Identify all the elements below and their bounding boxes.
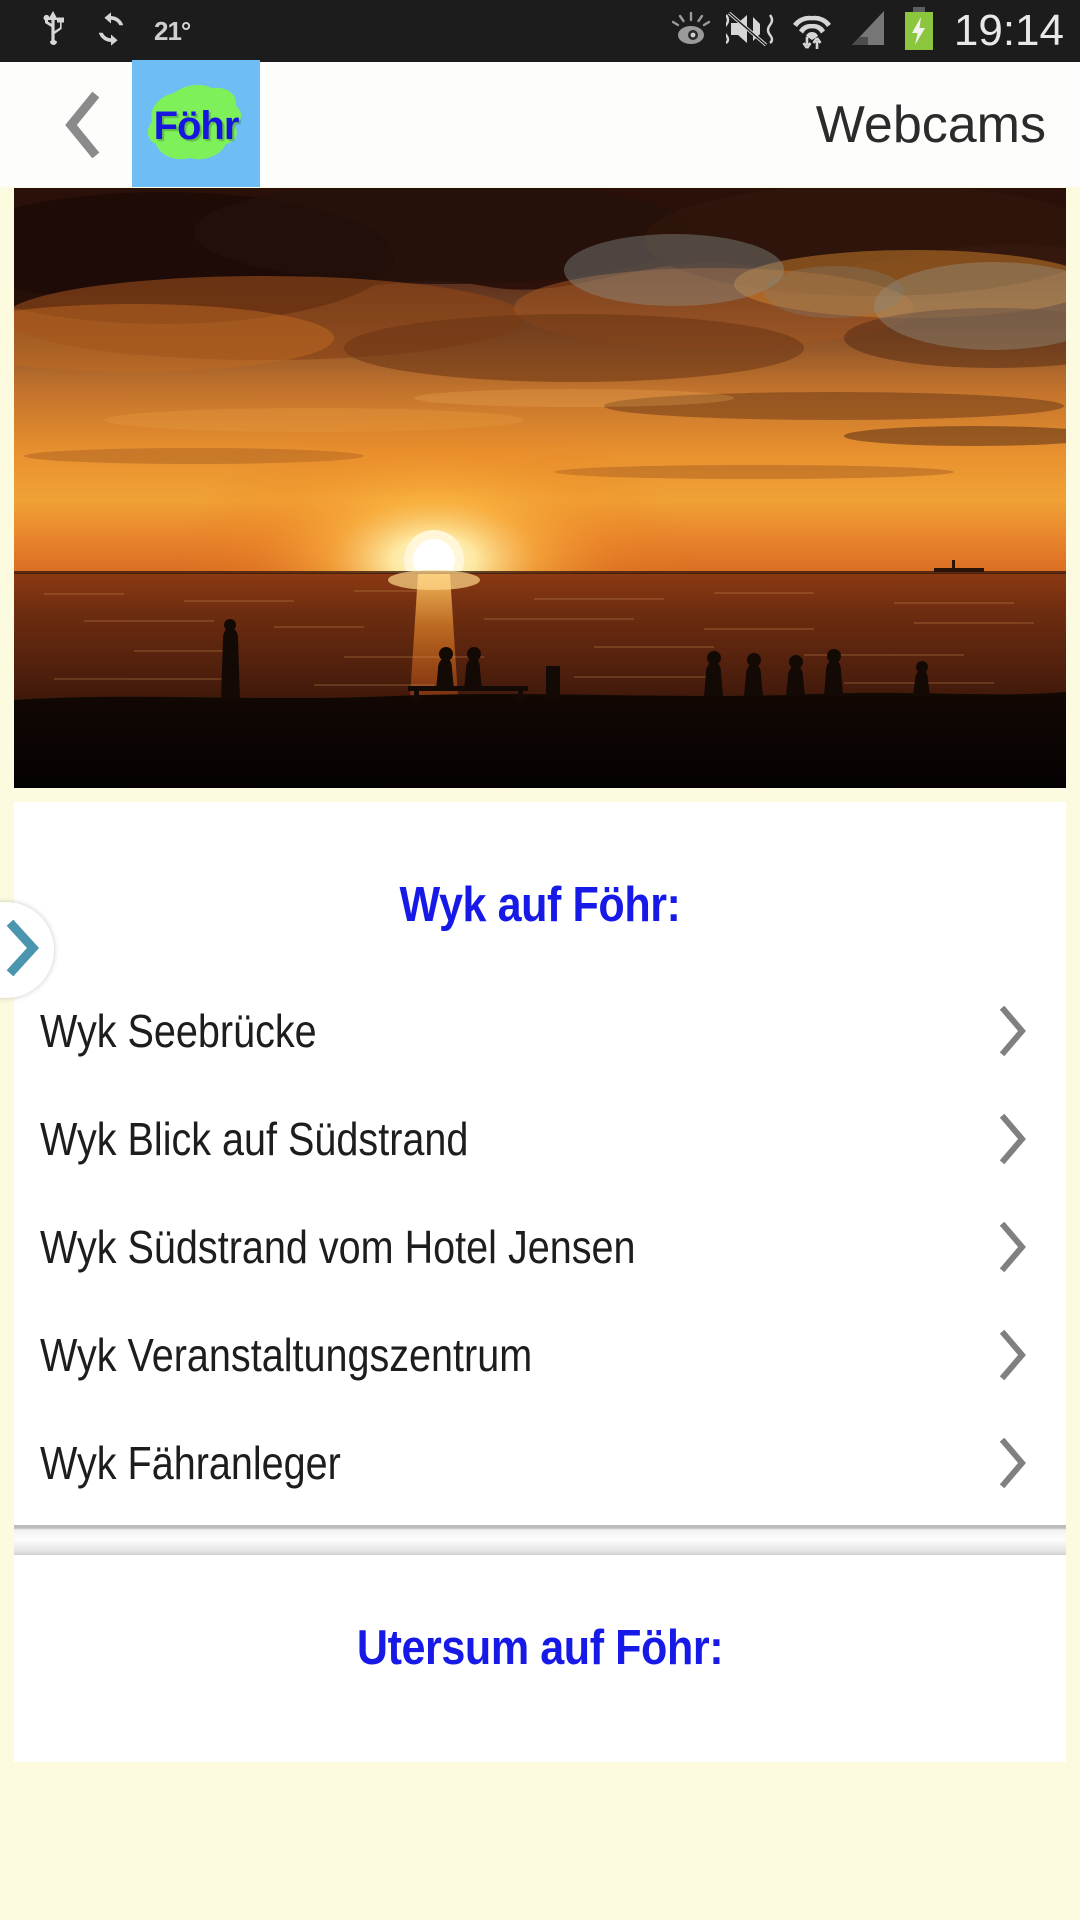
status-bar-left: 21° (38, 9, 191, 54)
chevron-right-icon (996, 1437, 1030, 1489)
page-title: Webcams (815, 95, 1046, 154)
section-title-wyk: Wyk auf Föhr: (399, 878, 681, 932)
sunset-beach-photo[interactable] (14, 188, 1066, 788)
section-divider (14, 1525, 1066, 1555)
section-title-utersum: Utersum auf Föhr: (356, 1621, 724, 1675)
chevron-right-icon (996, 1005, 1030, 1057)
sound-muted-vibrate-icon (722, 9, 778, 54)
cellular-signal-icon (846, 9, 890, 54)
wifi-transfer-icon (790, 8, 834, 55)
status-bar: 21° 19:14 (0, 0, 1080, 62)
webcam-list-card: Wyk auf Föhr: Wyk Seebrücke Wyk Blick au… (14, 802, 1066, 1762)
chevron-right-icon (996, 1329, 1030, 1381)
chevron-left-icon (65, 91, 100, 158)
chevron-right-icon (996, 1221, 1030, 1273)
chevron-right-icon (996, 1113, 1030, 1165)
app-logo[interactable]: Föhr (132, 59, 260, 188)
app-logo-label: Föhr (153, 103, 240, 148)
status-clock: 19:14 (953, 6, 1064, 55)
list-item-label: Wyk Blick auf Südstrand (40, 1113, 469, 1165)
webcam-list-wyk: Wyk Seebrücke Wyk Blick auf Südstrand Wy… (14, 977, 1066, 1517)
usb-icon (38, 9, 68, 54)
list-item[interactable]: Wyk Südstrand vom Hotel Jensen (14, 1193, 1066, 1301)
sync-icon (94, 11, 128, 51)
list-item[interactable]: Wyk Blick auf Südstrand (14, 1085, 1066, 1193)
page-body: Wyk auf Föhr: Wyk Seebrücke Wyk Blick au… (0, 187, 1080, 1920)
smart-stay-eye-icon (668, 11, 714, 52)
battery-charging-icon (902, 6, 936, 56)
list-item[interactable]: Wyk Veranstaltungszentrum (14, 1301, 1066, 1409)
back-button[interactable] (54, 90, 112, 160)
chevron-right-icon (3, 919, 43, 981)
list-item-label: Wyk Südstrand vom Hotel Jensen (40, 1221, 636, 1273)
list-item-label: Wyk Seebrücke (40, 1005, 317, 1057)
list-item[interactable]: Wyk Seebrücke (14, 977, 1066, 1085)
status-temperature: 21° (154, 15, 191, 46)
action-bar: Föhr Webcams (0, 59, 1080, 188)
status-bar-right: 19:14 (668, 6, 1064, 56)
list-item[interactable]: Wyk Fähranleger (14, 1409, 1066, 1517)
list-item-label: Wyk Veranstaltungszentrum (40, 1329, 533, 1381)
list-item-label: Wyk Fähranleger (40, 1437, 341, 1489)
